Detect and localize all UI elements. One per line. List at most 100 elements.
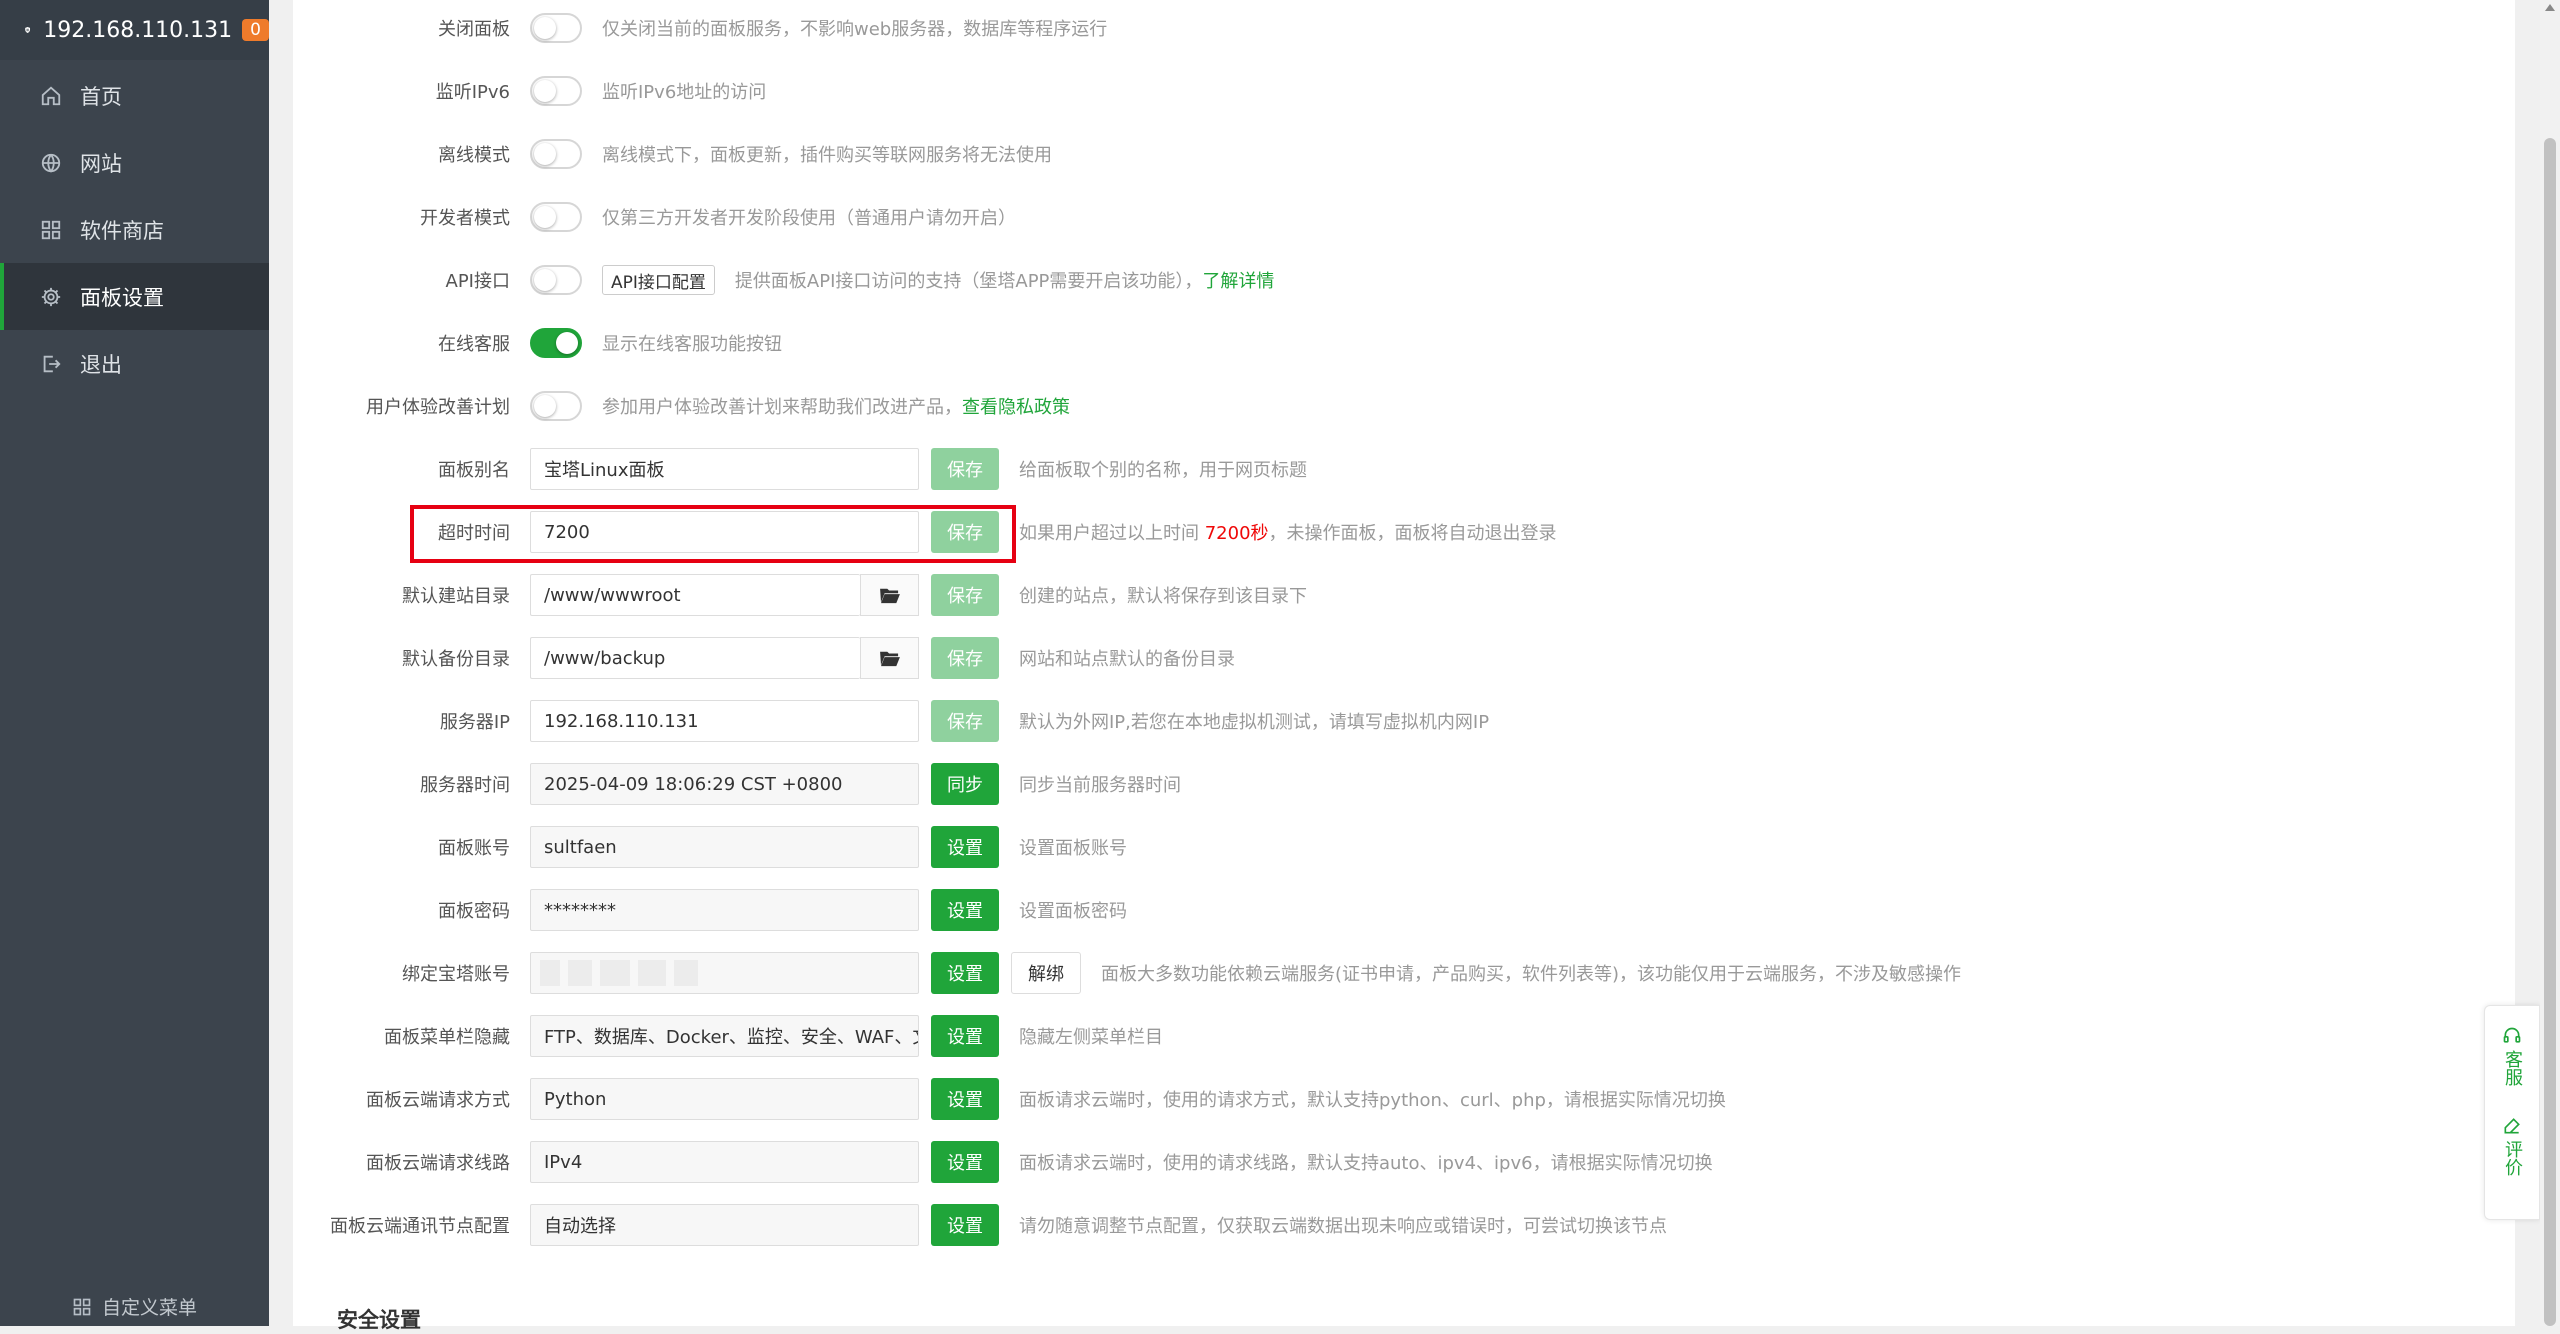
sync-time-button[interactable]: 同步 <box>931 763 999 805</box>
hidden-menu-field: FTP、数据库、Docker、监控、安全、WAF、文 <box>530 1015 919 1057</box>
bind-account-button[interactable]: 设置 <box>931 952 999 994</box>
setting-description: 面板请求云端时，使用的请求线路，默认支持auto、ipv4、ipv6，请根据实际… <box>1019 1153 1713 1174</box>
shield-logo-icon <box>25 26 31 34</box>
setting-label: 开发者模式 <box>420 208 510 229</box>
custom-menu-label: 自定义菜单 <box>101 1297 197 1319</box>
panel-alias-input[interactable]: 宝塔Linux面板 <box>530 448 919 490</box>
save-server-ip-button[interactable]: 保存 <box>931 700 999 742</box>
setting-description: 如果用户超过以上时间 7200秒，未操作面板，面板将自动退出登录 <box>1019 519 1557 545</box>
sidebar-item-website[interactable]: 网站 <box>0 129 269 196</box>
privacy-policy-link[interactable]: 查看隐私政策 <box>962 397 1070 418</box>
sidebar-item-logout[interactable]: 退出 <box>0 330 269 397</box>
setting-description: 给面板取个别的名称，用于网页标题 <box>1019 460 1307 481</box>
review-button[interactable]: 评价 <box>2501 1086 2523 1176</box>
setting-row-close-panel: 关闭面板 仅关闭当前的面板服务，不影响web服务器，数据库等程序运行 <box>293 7 2493 49</box>
set-request-line-button[interactable]: 设置 <box>931 1141 999 1183</box>
timeout-desc-post: ，未操作面板，面板将自动退出登录 <box>1268 523 1557 544</box>
setting-label: API接口 <box>445 271 510 292</box>
setting-label: 服务器IP <box>439 712 510 733</box>
setting-label: 用户体验改善计划 <box>366 397 510 418</box>
backup-dir-input[interactable]: /www/backup <box>530 637 860 679</box>
online-service-toggle[interactable] <box>530 328 582 358</box>
setting-row-request-line: 面板云端请求线路 IPv4 设置 面板请求云端时，使用的请求线路，默认支持aut… <box>293 1141 2493 1183</box>
set-node-button[interactable]: 设置 <box>931 1204 999 1246</box>
setting-row-server-ip: 服务器IP 192.168.110.131 保存 默认为外网IP,若您在本地虚拟… <box>293 700 2493 742</box>
setting-label: 面板云端请求方式 <box>366 1090 510 1111</box>
sidebar-item-store[interactable]: 软件商店 <box>0 196 269 263</box>
setting-label: 面板云端通讯节点配置 <box>330 1216 510 1237</box>
setting-row-ux-plan: 用户体验改善计划 参加用户体验改善计划来帮助我们改进产品，查看隐私政策 <box>293 385 2493 427</box>
server-ip-input[interactable]: 192.168.110.131 <box>530 700 919 742</box>
customer-service-button[interactable]: 客服 <box>2501 1006 2523 1086</box>
unbind-account-button[interactable]: 解绑 <box>1011 952 1081 994</box>
setting-label: 面板菜单栏隐藏 <box>384 1027 510 1048</box>
scroll-up-icon[interactable] <box>2545 4 2555 11</box>
setting-row-server-time: 服务器时间 2025-04-09 18:06:29 CST +0800 同步 同… <box>293 763 2493 805</box>
developer-mode-toggle[interactable] <box>530 202 582 232</box>
custom-menu-button[interactable]: 自定义菜单 <box>0 1293 269 1320</box>
api-toggle[interactable] <box>530 265 582 295</box>
setting-label: 默认备份目录 <box>402 649 510 670</box>
blurred-account <box>540 960 698 986</box>
set-request-method-button[interactable]: 设置 <box>931 1078 999 1120</box>
panel-account-field: sultfaen <box>530 826 919 868</box>
globe-icon <box>41 153 61 173</box>
setting-label: 面板云端请求线路 <box>366 1153 510 1174</box>
setting-label: 面板密码 <box>438 901 510 922</box>
sidebar-item-label: 软件商店 <box>80 218 164 243</box>
setting-description: 显示在线客服功能按钮 <box>602 334 782 355</box>
save-backup-dir-button[interactable]: 保存 <box>931 637 999 679</box>
set-password-button[interactable]: 设置 <box>931 889 999 931</box>
scrollbar[interactable] <box>2540 0 2560 1326</box>
folder-open-icon[interactable] <box>860 637 919 679</box>
timeout-highlight-box <box>410 505 1016 563</box>
setting-description: 同步当前服务器时间 <box>1019 775 1181 796</box>
edit-icon <box>2504 1118 2520 1134</box>
save-site-dir-button[interactable]: 保存 <box>931 574 999 616</box>
api-details-link[interactable]: 了解详情 <box>1202 271 1274 292</box>
site-dir-input[interactable]: /www/wwwroot <box>530 574 860 616</box>
timeout-desc-value: 7200秒 <box>1204 523 1269 544</box>
grid-icon <box>73 1298 91 1315</box>
setting-label: 离线模式 <box>438 145 510 166</box>
api-desc-text: 提供面板API接口访问的支持（堡塔APP需要开启该功能）， <box>734 271 1203 292</box>
set-account-button[interactable]: 设置 <box>931 826 999 868</box>
notification-badge[interactable]: 0 <box>242 19 269 41</box>
save-alias-button[interactable]: 保存 <box>931 448 999 490</box>
setting-label: 默认建站目录 <box>402 586 510 607</box>
grid-icon <box>41 220 61 239</box>
setting-label: 关闭面板 <box>438 19 510 40</box>
home-icon <box>41 86 61 105</box>
folder-open-icon[interactable] <box>860 574 919 616</box>
ux-desc-text: 参加用户体验改善计划来帮助我们改进产品， <box>602 397 962 418</box>
setting-row-online-service: 在线客服 显示在线客服功能按钮 <box>293 322 2493 364</box>
setting-row-api: API接口 API接口配置 提供面板API接口访问的支持（堡塔APP需要开启该功… <box>293 259 2493 301</box>
sidebar-item-home[interactable]: 首页 <box>0 62 269 129</box>
close-panel-toggle[interactable] <box>530 13 582 43</box>
sidebar-item-label: 网站 <box>80 151 122 176</box>
server-time-field: 2025-04-09 18:06:29 CST +0800 <box>530 763 919 805</box>
ipv6-toggle[interactable] <box>530 76 582 106</box>
setting-row-ipv6: 监听IPv6 监听IPv6地址的访问 <box>293 70 2493 112</box>
sidebar-item-label: 首页 <box>80 84 122 109</box>
sidebar-item-label: 退出 <box>80 352 122 377</box>
sidebar-item-settings[interactable]: 面板设置 <box>0 263 269 330</box>
timeout-desc-pre: 如果用户超过以上时间 <box>1019 523 1205 544</box>
setting-row-menu-hide: 面板菜单栏隐藏 FTP、数据库、Docker、监控、安全、WAF、文 设置 隐藏… <box>293 1015 2493 1057</box>
gear-icon <box>41 287 61 306</box>
logout-icon <box>43 355 61 372</box>
setting-description: 提供面板API接口访问的支持（堡塔APP需要开启该功能），了解详情 <box>735 267 1275 293</box>
setting-description: 设置面板密码 <box>1019 901 1127 922</box>
api-config-button[interactable]: API接口配置 <box>602 265 715 295</box>
offline-mode-toggle[interactable] <box>530 139 582 169</box>
ux-plan-toggle[interactable] <box>530 391 582 421</box>
set-menu-hide-button[interactable]: 设置 <box>931 1015 999 1057</box>
scrollbar-thumb[interactable] <box>2544 138 2556 1326</box>
request-line-field: IPv4 <box>530 1141 919 1183</box>
setting-label: 监听IPv6 <box>435 82 510 103</box>
customer-service-label: 客服 <box>2502 1050 2523 1086</box>
security-section-title: 安全设置 <box>337 1308 421 1332</box>
setting-description: 网站和站点默认的备份目录 <box>1019 649 1235 670</box>
setting-description: 设置面板账号 <box>1019 838 1127 859</box>
setting-row-developer: 开发者模式 仅第三方开发者开发阶段使用（普通用户请勿开启） <box>293 196 2493 238</box>
